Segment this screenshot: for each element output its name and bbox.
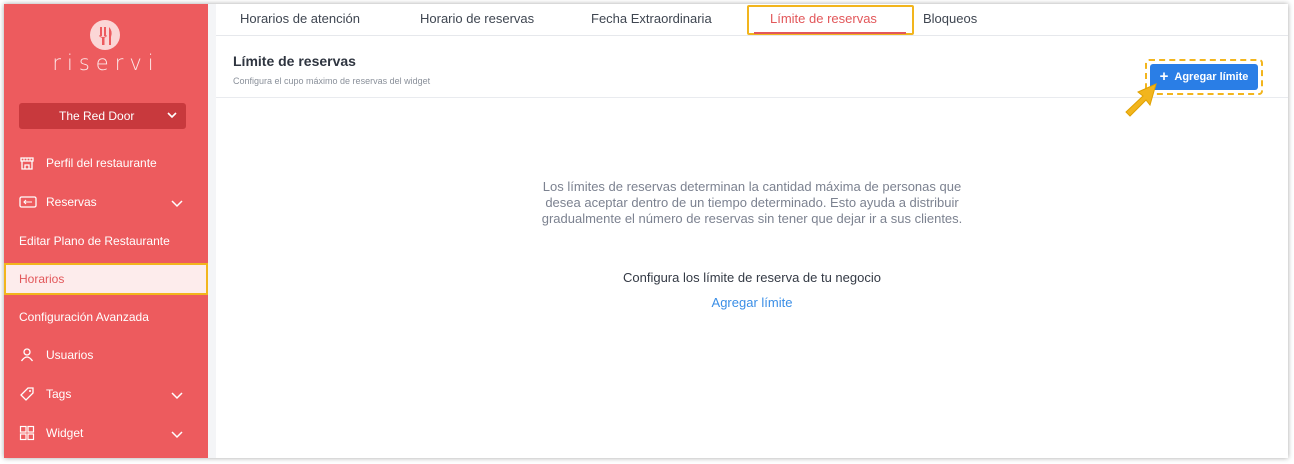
widget-grid-icon bbox=[19, 425, 37, 441]
sidebar-item-label: Editar Plano de Restaurante bbox=[19, 234, 170, 248]
sidebar-item-label: Widget bbox=[46, 426, 84, 440]
tab-limite-reservas[interactable]: Límite de reservas bbox=[770, 11, 877, 26]
sidebar-item-usuarios[interactable]: Usuarios bbox=[4, 339, 208, 371]
sidebar-item-label: Usuarios bbox=[46, 348, 94, 362]
tab-fecha-extraordinaria[interactable]: Fecha Extraordinaria bbox=[591, 11, 712, 26]
sidebar-item-editar-plano[interactable]: Editar Plano de Restaurante bbox=[4, 225, 208, 257]
add-limit-button[interactable]: + Agregar límite bbox=[1150, 64, 1258, 90]
add-limit-link-label: Agregar límite bbox=[711, 295, 793, 310]
sidebar-item-horarios[interactable]: Horarios bbox=[4, 263, 208, 295]
reservation-card-icon bbox=[19, 194, 37, 210]
chevron-down-icon bbox=[166, 109, 178, 124]
brand-wordmark: riservi bbox=[52, 51, 160, 75]
chevron-down-icon bbox=[171, 197, 183, 211]
sidebar-item-label: Horarios bbox=[19, 272, 65, 286]
tab-horario-reservas[interactable]: Horario de reservas bbox=[420, 11, 534, 26]
sidebar-item-label: Perfil del restaurante bbox=[46, 156, 157, 170]
app-window: riservi The Red Door Perfil del restaura… bbox=[4, 4, 1288, 458]
sidebar-item-configuracion-avanzada[interactable]: Configuración Avanzada bbox=[4, 301, 208, 333]
sidebar: riservi The Red Door Perfil del restaura… bbox=[4, 4, 208, 458]
tag-icon bbox=[19, 386, 37, 402]
sidebar-item-tags[interactable]: Tags bbox=[4, 378, 208, 410]
add-limit-link[interactable]: Agregar límite bbox=[216, 295, 1288, 310]
sidebar-item-label: Configuración Avanzada bbox=[19, 310, 149, 324]
store-icon bbox=[19, 155, 37, 171]
tab-bloqueos[interactable]: Bloqueos bbox=[923, 11, 977, 26]
sidebar-item-perfil-restaurante[interactable]: Perfil del restaurante bbox=[4, 147, 208, 179]
plus-icon: + bbox=[1159, 68, 1169, 85]
empty-state-description: Los límites de reservas determinan la ca… bbox=[541, 179, 963, 226]
sidebar-item-label: Tags bbox=[46, 387, 72, 401]
active-tab-indicator bbox=[754, 32, 906, 34]
sidebar-item-widget[interactable]: Widget bbox=[4, 417, 208, 449]
riservi-logo-icon bbox=[90, 20, 120, 50]
chevron-down-icon bbox=[171, 428, 183, 442]
user-icon bbox=[19, 347, 37, 363]
page-subtitle: Configura el cupo máximo de reservas del… bbox=[233, 76, 431, 86]
chevron-down-icon bbox=[171, 389, 183, 403]
venue-selector-label: The Red Door bbox=[59, 109, 135, 123]
tab-bar: Horarios de atención Horario de reservas… bbox=[216, 4, 1288, 36]
main-panel: Horarios de atención Horario de reservas… bbox=[216, 4, 1288, 458]
venue-selector[interactable]: The Red Door bbox=[19, 103, 186, 129]
pointer-arrow-icon bbox=[1122, 82, 1158, 123]
empty-state-cta-text: Configura los límite de reserva de tu ne… bbox=[623, 270, 881, 285]
tab-horarios-atencion[interactable]: Horarios de atención bbox=[240, 11, 360, 26]
sidebar-item-reservas[interactable]: Reservas bbox=[4, 186, 208, 218]
add-limit-button-label: Agregar límite bbox=[1174, 71, 1249, 83]
sidebar-item-label: Reservas bbox=[46, 195, 97, 209]
page-title: Límite de reservas bbox=[233, 53, 356, 69]
